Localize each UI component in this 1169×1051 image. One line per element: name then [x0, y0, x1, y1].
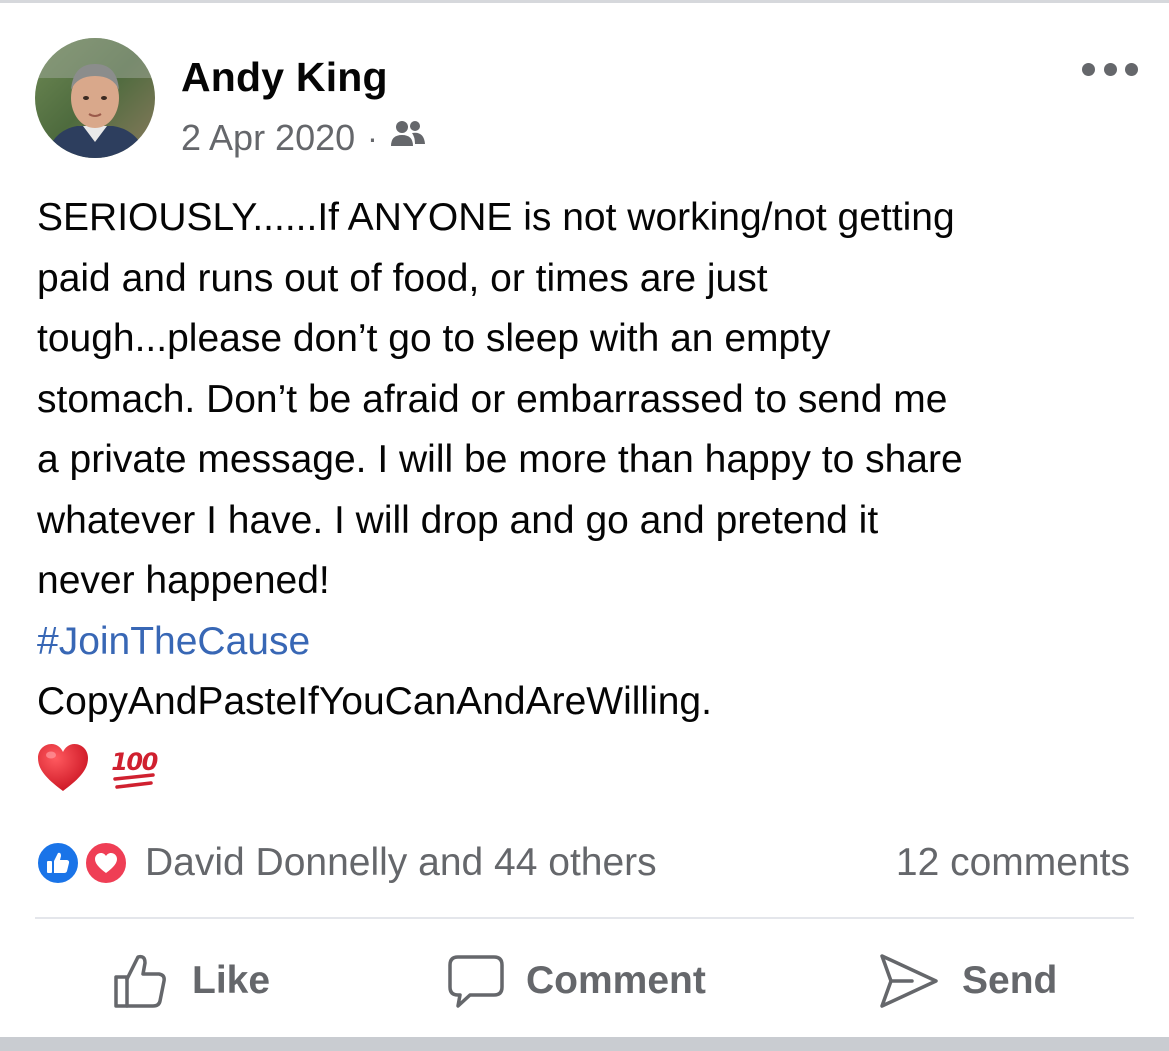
post-text-line: a private message. I will be more than h…: [37, 438, 963, 481]
hashtag-link[interactable]: #JoinTheCause: [37, 620, 310, 663]
more-dot: [1082, 62, 1095, 76]
avatar-photo: [35, 38, 155, 158]
post-text-line: paid and runs out of food, or times are …: [37, 256, 768, 300]
author-name[interactable]: Andy King: [181, 54, 388, 101]
hundred-points-icon: 100: [111, 748, 159, 789]
post-timestamp[interactable]: 2 Apr 2020: [181, 117, 355, 159]
send-label: Send: [962, 959, 1058, 1002]
like-button[interactable]: Like: [112, 946, 270, 1016]
reactions-summary-text[interactable]: David Donnelly and 44 others: [145, 836, 657, 890]
post-text-line: stomach. Don’t be afraid or embarrassed …: [37, 377, 948, 421]
thumbs-up-icon: [114, 954, 166, 1008]
post-text-line: SERIOUSLY......If ANYONE is not working/…: [37, 196, 955, 239]
post-text-line: tough...please don’t go to sleep with an…: [37, 317, 831, 360]
friends-icon[interactable]: [390, 117, 426, 159]
hashtag-line: #JoinTheCause: [37, 612, 1147, 673]
feed-separator: [0, 1037, 1169, 1051]
emoji-row: 100: [37, 738, 159, 798]
post-action-bar: Like Comment Send: [0, 946, 1169, 1016]
red-heart-icon: [38, 744, 88, 791]
hundred-text: 100: [111, 748, 157, 776]
comment-button[interactable]: Comment: [446, 946, 706, 1016]
author-avatar[interactable]: [35, 38, 155, 158]
post-text-line: whatever I have. I will drop and go and …: [37, 498, 879, 542]
reaction-icons[interactable]: [35, 840, 135, 888]
post-text-line: CopyAndPasteIfYouCanAndAreWilling.: [37, 680, 712, 723]
post-text: SERIOUSLY......If ANYONE is not working/…: [37, 188, 1147, 733]
more-dot: [1125, 62, 1138, 76]
post-meta: 2 Apr 2020 ·: [181, 114, 426, 162]
comment-label: Comment: [526, 959, 706, 1002]
meta-separator: ·: [367, 119, 378, 156]
comments-count[interactable]: 12 comments: [896, 836, 1130, 890]
actions-divider: [35, 917, 1134, 919]
comment-bubble-icon: [448, 955, 504, 1008]
top-divider: [0, 0, 1169, 3]
like-reaction-icon: [35, 840, 81, 886]
send-arrow-icon: [880, 954, 938, 1008]
like-label: Like: [192, 959, 271, 1002]
send-button[interactable]: Send: [878, 946, 1057, 1016]
more-dot: [1103, 62, 1117, 76]
love-reaction-icon: [83, 840, 129, 886]
reactions-summary: David Donnelly and 44 others 12 comments: [35, 836, 1135, 890]
post-text-line: never happened!: [37, 559, 330, 602]
more-options-icon[interactable]: [1082, 56, 1138, 82]
